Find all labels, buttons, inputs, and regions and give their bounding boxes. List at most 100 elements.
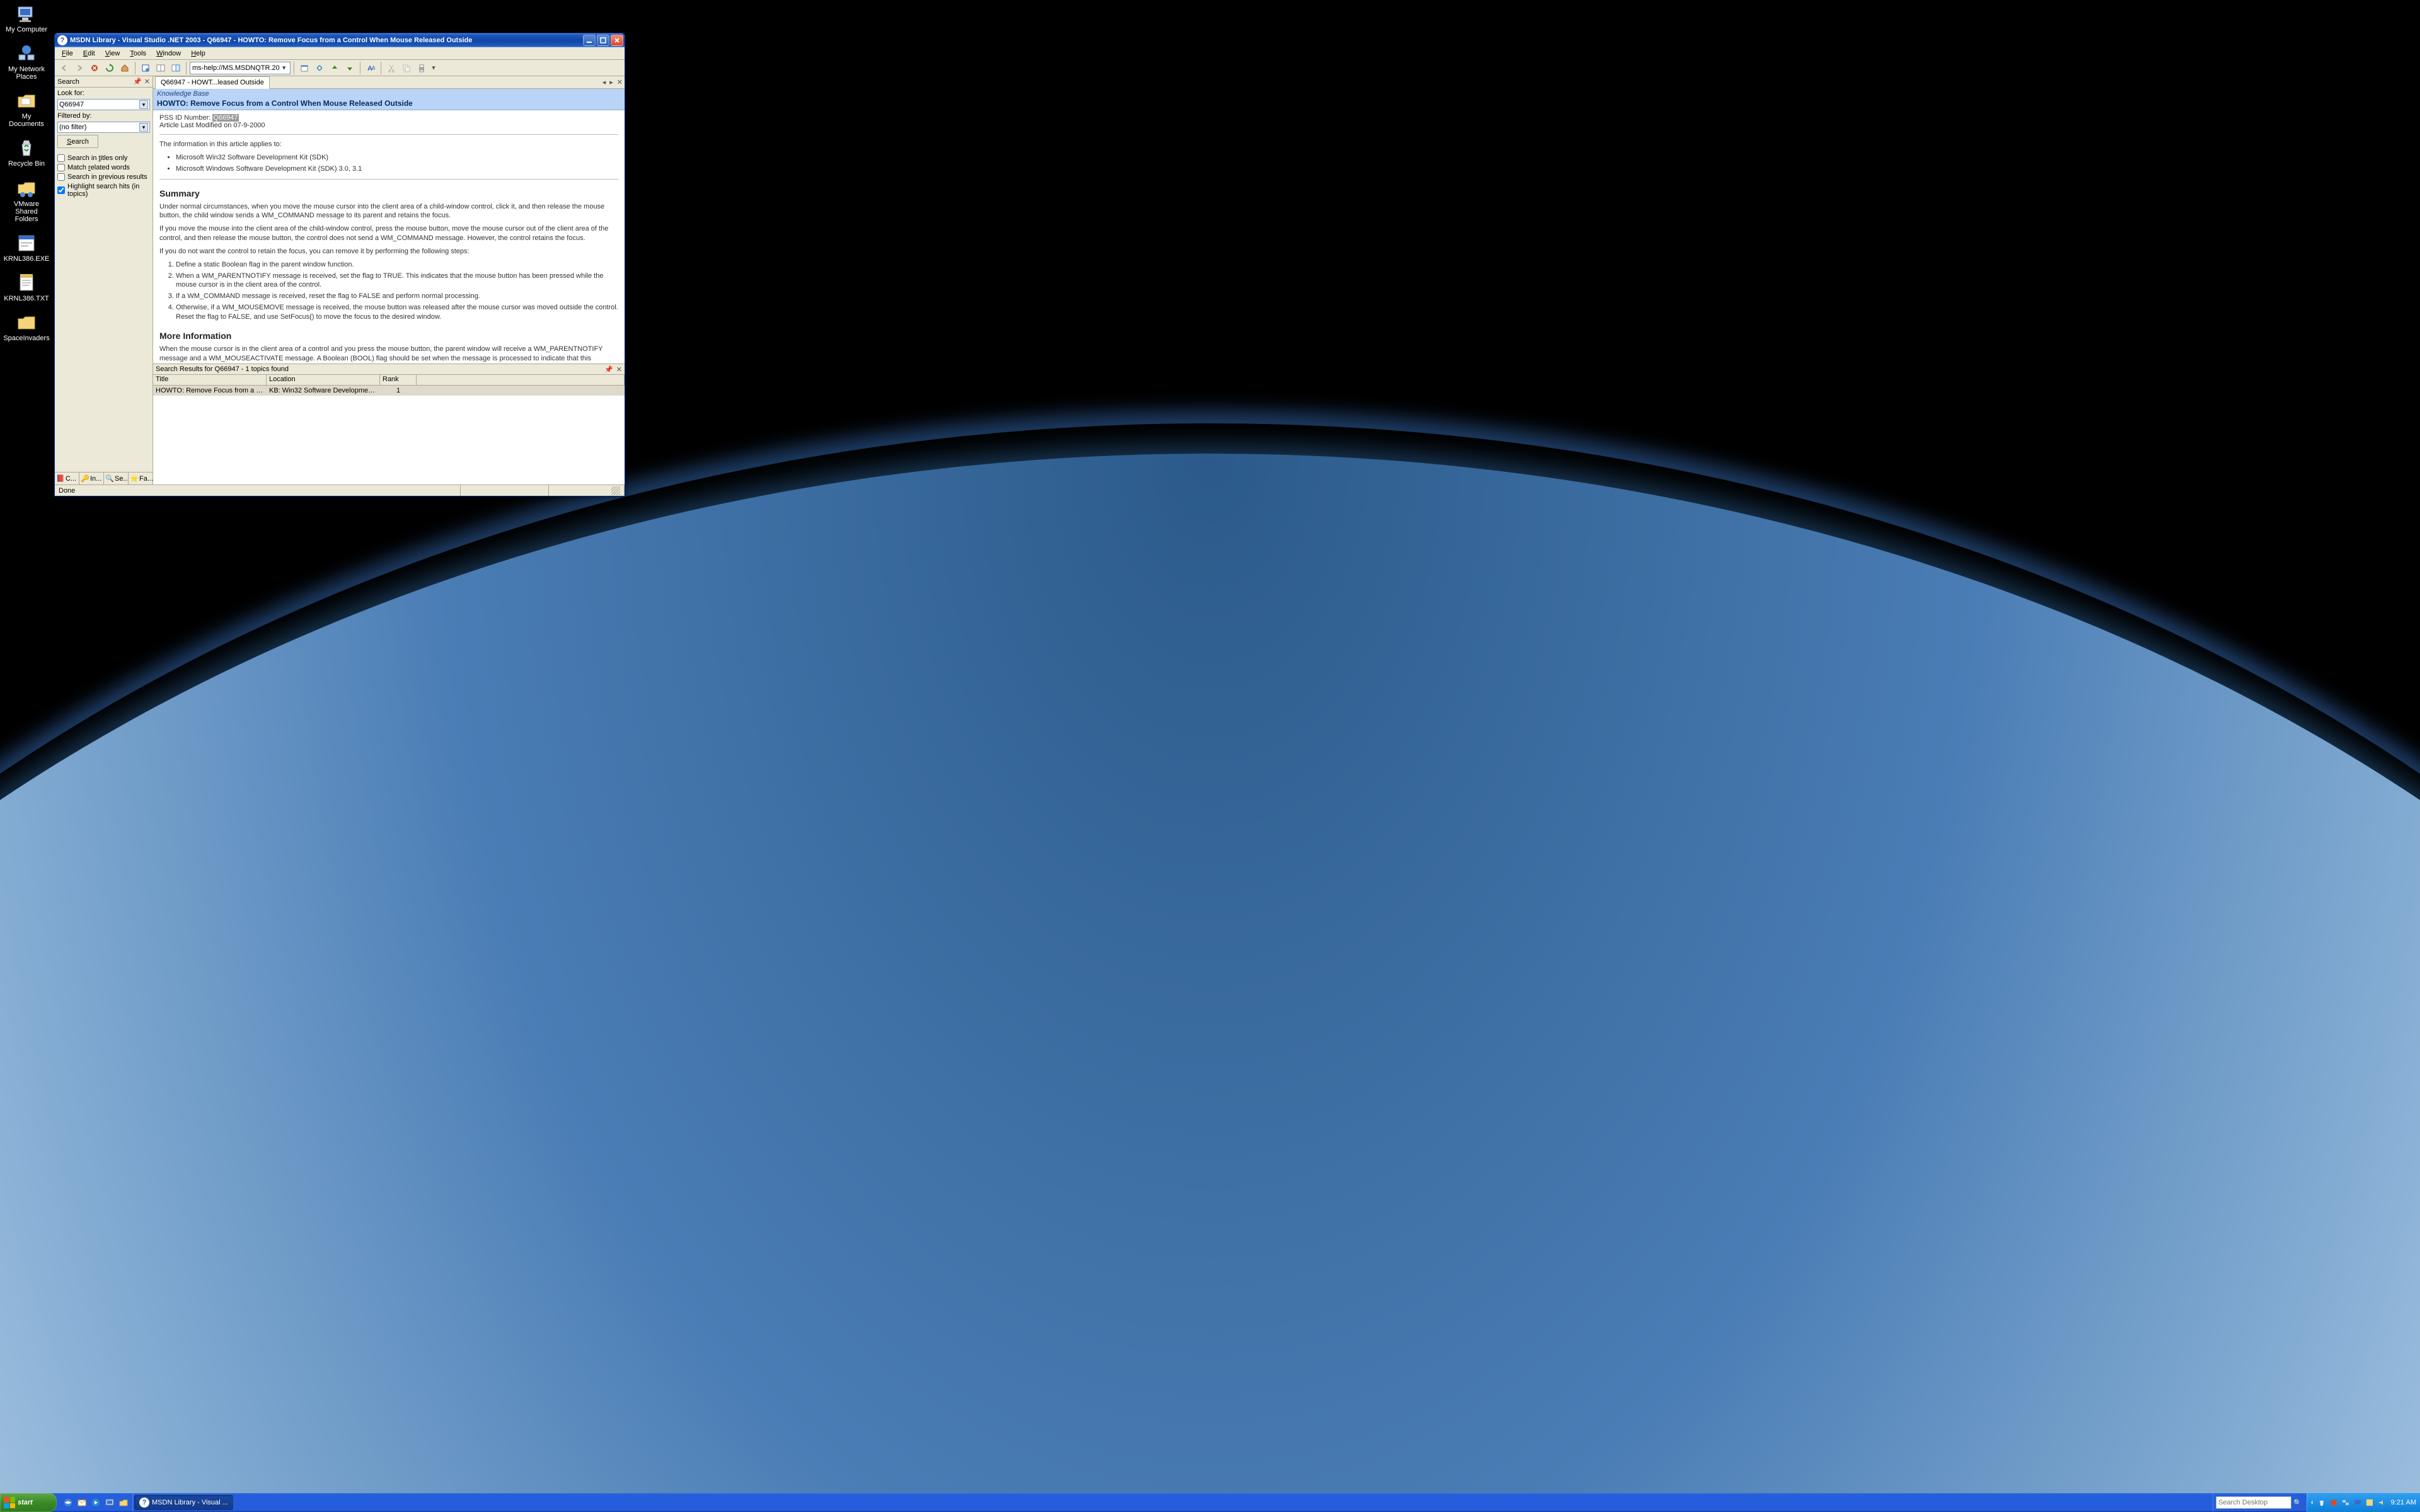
- menu-help[interactable]: Help: [187, 49, 210, 59]
- search-go-button[interactable]: 🔍: [2291, 1496, 2304, 1509]
- maximize-button[interactable]: [597, 35, 609, 46]
- document-tab[interactable]: Q66947 - HOWT...leased Outside: [155, 76, 270, 89]
- print-button[interactable]: [415, 61, 429, 75]
- sync-contents-button[interactable]: [139, 61, 153, 75]
- cut-button[interactable]: [384, 61, 398, 75]
- close-icon[interactable]: ✕: [616, 365, 622, 374]
- menu-file[interactable]: File: [57, 49, 78, 59]
- tab-index[interactable]: 🔑In...: [79, 472, 104, 484]
- menu-tools[interactable]: Tools: [125, 49, 151, 59]
- titlebar[interactable]: ? MSDN Library - Visual Studio .NET 2003…: [55, 33, 625, 47]
- opt-highlight-hits[interactable]: Highlight search hits (in topics): [57, 183, 150, 198]
- url-input[interactable]: [192, 64, 280, 72]
- prev-topic-button[interactable]: [154, 61, 168, 75]
- tab-contents[interactable]: 📕C...: [55, 472, 79, 484]
- nav-back-button[interactable]: [57, 61, 71, 75]
- col-title[interactable]: Title: [153, 375, 267, 385]
- col-rank[interactable]: Rank: [380, 375, 417, 385]
- stop-button[interactable]: [88, 61, 101, 75]
- look-for-combo[interactable]: Q66947 ▾: [57, 99, 150, 110]
- toolbar-overflow[interactable]: ▾: [430, 61, 437, 75]
- desktop-icon-krnl386-txt[interactable]: KRNL386.TXT: [4, 273, 49, 302]
- nav-forward-button[interactable]: [72, 61, 86, 75]
- pin-icon[interactable]: 📌: [133, 77, 142, 86]
- more-info-heading: More Information: [159, 331, 618, 341]
- pss-value: Q66947: [212, 114, 238, 122]
- opt-titles-only[interactable]: Search in titles only: [57, 154, 150, 162]
- close-button[interactable]: [611, 35, 623, 46]
- tray-icon-volume[interactable]: [2377, 1498, 2387, 1508]
- tab-close-icon[interactable]: ✕: [617, 78, 623, 86]
- taskbar-app-msdn[interactable]: ? MSDN Library - Visual ...: [134, 1495, 233, 1510]
- ql-desktop[interactable]: [103, 1495, 116, 1510]
- document-body: PSS ID Number: Q66947 Article Last Modif…: [153, 110, 625, 364]
- desktop-icon-label: My Documents: [4, 113, 49, 128]
- search-panel-header: Search 📌 ✕: [55, 76, 153, 88]
- tab-prev-icon[interactable]: ◂: [602, 78, 606, 86]
- desktop-icon-label: Recycle Bin: [8, 160, 45, 168]
- star-icon: ⭐: [130, 475, 138, 483]
- tray-icon-display[interactable]: [2353, 1498, 2363, 1508]
- search-button[interactable]: Search: [57, 135, 98, 148]
- tab-search[interactable]: 🔍Se...: [104, 472, 129, 484]
- tray-expand-icon[interactable]: ‹: [2311, 1499, 2313, 1506]
- minimize-button[interactable]: [583, 35, 596, 46]
- desktop-icon-my-documents[interactable]: My Documents: [4, 91, 49, 128]
- opt-previous-results[interactable]: Search in previous results: [57, 173, 150, 181]
- url-combo[interactable]: ▾: [190, 62, 291, 74]
- ql-outlook[interactable]: [76, 1495, 88, 1510]
- font-size-button[interactable]: AA: [364, 61, 377, 75]
- desktop-icon-vmware-shared[interactable]: VMware Shared Folders: [4, 178, 49, 223]
- desktop-icon-recycle-bin[interactable]: Recycle Bin: [4, 138, 49, 168]
- tab-favorites[interactable]: ⭐Fa...: [129, 472, 153, 484]
- close-icon[interactable]: ✕: [144, 77, 150, 86]
- document-scroll-area[interactable]: PSS ID Number: Q66947 Article Last Modif…: [153, 110, 625, 364]
- search-results-panel: Search Results for Q66947 - 1 topics fou…: [153, 364, 625, 484]
- desktop-icon-spaceinvaders[interactable]: SpaceInvaders: [4, 312, 49, 342]
- sync-button[interactable]: [313, 61, 326, 75]
- tray-icon-network[interactable]: [2341, 1498, 2351, 1508]
- home-button[interactable]: [118, 61, 132, 75]
- ql-explorer[interactable]: [117, 1495, 130, 1510]
- tray-icon-shield[interactable]: [2329, 1498, 2339, 1508]
- summary-heading: Summary: [159, 188, 618, 198]
- chevron-down-icon[interactable]: ▾: [139, 123, 148, 132]
- nav-down-button[interactable]: [343, 61, 357, 75]
- results-row[interactable]: HOWTO: Remove Focus from a Control When …: [153, 386, 625, 396]
- ql-ie[interactable]: [62, 1495, 74, 1510]
- search-icon: 🔍: [106, 475, 113, 483]
- applies-intro: The information in this article applies …: [159, 140, 618, 149]
- next-topic-button[interactable]: [169, 61, 183, 75]
- chevron-down-icon[interactable]: ▾: [139, 100, 148, 109]
- applies-item: Microsoft Win32 Software Development Kit…: [176, 153, 618, 163]
- recycle-icon: [16, 138, 37, 158]
- col-location[interactable]: Location: [267, 375, 380, 385]
- desktop-search-input[interactable]: [2216, 1496, 2291, 1509]
- chevron-down-icon[interactable]: ▾: [280, 64, 288, 72]
- nav-up-button[interactable]: [328, 61, 342, 75]
- tab-next-icon[interactable]: ▸: [609, 78, 613, 86]
- left-panel-tabs: 📕C... 🔑In... 🔍Se... ⭐Fa...: [55, 472, 153, 484]
- menu-edit[interactable]: Edit: [79, 49, 100, 59]
- filtered-by-combo[interactable]: (no filter) ▾: [57, 122, 150, 133]
- tray-icon-bin[interactable]: [2317, 1498, 2327, 1508]
- pin-icon[interactable]: 📌: [604, 365, 613, 374]
- start-button[interactable]: start: [0, 1493, 57, 1512]
- tray-clock[interactable]: 9:21 AM: [2391, 1499, 2416, 1506]
- menu-view[interactable]: View: [101, 49, 125, 59]
- refresh-button[interactable]: [103, 61, 117, 75]
- new-window-button[interactable]: [297, 61, 311, 75]
- tray-icon-vmware[interactable]: [2365, 1498, 2375, 1508]
- desktop-icon-my-computer[interactable]: My Computer: [4, 4, 49, 33]
- copy-button[interactable]: [400, 61, 413, 75]
- ql-media[interactable]: [89, 1495, 102, 1510]
- svg-text:A: A: [367, 65, 372, 72]
- taskbar: start ? MSDN Library - Visual ... 🔍 ‹ 9:…: [0, 1493, 2420, 1512]
- menu-window[interactable]: Window: [152, 49, 185, 59]
- opt-related-words[interactable]: Match related words: [57, 164, 150, 171]
- desktop-icon-network-places[interactable]: My Network Places: [4, 43, 49, 81]
- applies-item: Microsoft Windows Software Development K…: [176, 164, 618, 174]
- resize-grip[interactable]: [611, 486, 620, 495]
- windows-logo-icon: [4, 1497, 15, 1508]
- desktop-icon-krnl386-exe[interactable]: KRNL386.EXE: [4, 233, 49, 263]
